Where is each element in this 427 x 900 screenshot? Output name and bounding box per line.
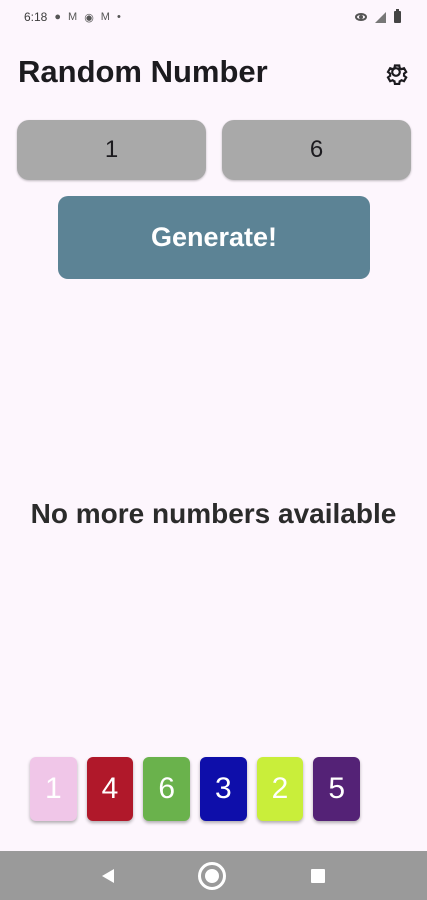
- generate-button[interactable]: Generate!: [58, 196, 370, 279]
- signal-icon: [375, 11, 386, 23]
- home-icon[interactable]: [198, 861, 227, 890]
- status-left: 6:18 ● M ◉ M •: [24, 10, 121, 24]
- app-header: Random Number: [0, 50, 427, 94]
- eye-icon: [355, 13, 367, 21]
- recents-icon[interactable]: [310, 868, 325, 883]
- nav-bar: [0, 851, 427, 900]
- back-icon[interactable]: [102, 868, 115, 883]
- battery-icon: [394, 9, 401, 23]
- history-chip: 2: [256, 757, 304, 821]
- status-time: 6:18: [24, 10, 48, 24]
- history-chip: 5: [313, 757, 361, 821]
- history-list: 1 4 6 3 2 5: [30, 757, 361, 823]
- gmail-icon: M: [68, 11, 78, 23]
- gear-icon[interactable]: [381, 57, 411, 87]
- chat-icon: ●: [54, 11, 62, 23]
- page-title: Random Number: [18, 54, 268, 89]
- history-chip: 4: [86, 757, 134, 821]
- range-row: 1 6: [17, 120, 411, 180]
- status-bar: 6:18 ● M ◉ M •: [0, 0, 427, 34]
- privacy-icon: ◉: [84, 11, 94, 24]
- min-field[interactable]: 1: [17, 120, 206, 180]
- history-chip: 6: [143, 757, 191, 821]
- max-field[interactable]: 6: [222, 120, 411, 180]
- status-message: No more numbers available: [30, 498, 397, 529]
- history-chip: 3: [200, 757, 247, 821]
- history-chip: 1: [30, 757, 77, 821]
- status-right: [355, 9, 401, 23]
- dot-icon: •: [116, 11, 121, 23]
- gmail-icon: M: [100, 11, 110, 23]
